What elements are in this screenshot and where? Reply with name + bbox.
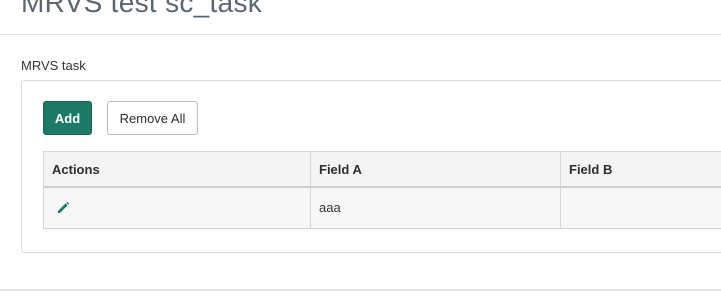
bottom-divider <box>0 289 721 291</box>
field-a-cell: aaa <box>310 188 560 228</box>
actions-cell <box>44 188 310 228</box>
field-b-cell <box>560 188 721 228</box>
mrvs-container: Add Remove All Actions Field A Field B a… <box>21 80 721 253</box>
mrvs-label: MRVS task <box>21 58 86 73</box>
column-header-field-a[interactable]: Field A <box>310 152 560 186</box>
add-row-button[interactable]: Add <box>43 101 92 135</box>
page-title: MRVS test sc_task <box>21 0 263 18</box>
column-header-field-b[interactable]: Field B <box>560 152 721 186</box>
remove-all-button[interactable]: Remove All <box>107 101 198 135</box>
table-header-row: Actions Field A Field B <box>44 152 721 188</box>
mrvs-table: Actions Field A Field B aaa <box>43 151 721 229</box>
title-divider <box>0 34 721 35</box>
pencil-edit-icon[interactable] <box>56 201 70 215</box>
table-row: aaa <box>44 188 721 228</box>
catalog-task-page: MRVS test sc_task MRVS task Add Remove A… <box>0 0 721 300</box>
column-header-actions[interactable]: Actions <box>44 152 310 186</box>
